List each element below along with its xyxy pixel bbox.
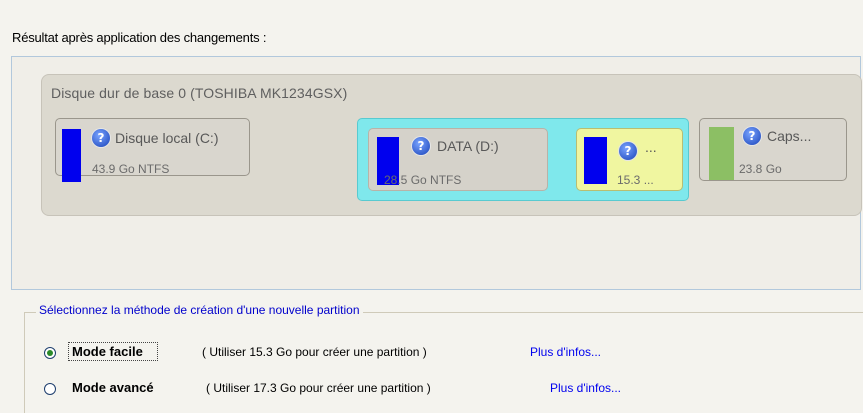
- option-easy[interactable]: Mode facile ( Utiliser 15.3 Go pour crée…: [40, 342, 660, 366]
- partition-c-size: 43.9 Go NTFS: [92, 162, 170, 176]
- more-info-link-easy[interactable]: Plus d'infos...: [530, 345, 601, 359]
- disk-title: Disque dur de base 0 (TOSHIBA MK1234GSX): [51, 85, 348, 101]
- more-info-link-advanced[interactable]: Plus d'infos...: [550, 381, 621, 395]
- help-question-icon: ?: [619, 142, 637, 160]
- method-legend: Sélectionnez la méthode de création d'un…: [36, 303, 363, 317]
- partition-new-usage-bar: [584, 137, 607, 184]
- mode-advanced-hint: ( Utiliser 17.3 Go pour créer une partit…: [206, 381, 431, 395]
- partition-caps[interactable]: ? Caps... 23.8 Go: [699, 118, 847, 181]
- help-question-icon: ?: [743, 127, 761, 145]
- partition-d-size: 28.5 Go NTFS: [384, 173, 462, 187]
- partition-new[interactable]: ? ... 15.3 ...: [576, 128, 683, 191]
- mode-easy-hint: ( Utiliser 15.3 Go pour créer une partit…: [202, 345, 427, 359]
- partition-caps-label: Caps...: [767, 128, 812, 144]
- partition-group-selected: ? DATA (D:) 28.5 Go NTFS ? ... 15.3 ...: [357, 118, 689, 201]
- option-advanced[interactable]: Mode avancé ( Utiliser 17.3 Go pour crée…: [40, 380, 680, 402]
- partition-c-usage-bar: [62, 129, 81, 182]
- radio-dot-icon: [47, 350, 53, 356]
- help-question-icon: ?: [92, 129, 110, 147]
- partition-c-label: Disque local (C:): [115, 130, 219, 146]
- partition-d[interactable]: ? DATA (D:) 28.5 Go NTFS: [368, 128, 548, 191]
- partition-caps-usage-bar: [709, 127, 734, 180]
- partition-new-size: 15.3 ...: [617, 173, 654, 187]
- result-panel: Disque dur de base 0 (TOSHIBA MK1234GSX)…: [11, 56, 862, 290]
- partition-caps-size: 23.8 Go: [739, 162, 782, 176]
- help-question-icon: ?: [412, 137, 430, 155]
- mode-advanced-label[interactable]: Mode avancé: [72, 380, 154, 395]
- mode-easy-label[interactable]: Mode facile: [72, 344, 143, 359]
- partition-d-label: DATA (D:): [437, 138, 499, 154]
- radio-advanced[interactable]: [44, 383, 56, 395]
- disk-0[interactable]: Disque dur de base 0 (TOSHIBA MK1234GSX)…: [41, 74, 862, 216]
- result-heading: Résultat après application des changemen…: [12, 30, 267, 45]
- partition-c[interactable]: ? Disque local (C:) 43.9 Go NTFS: [55, 118, 250, 182]
- partition-new-label: ...: [645, 139, 657, 155]
- radio-easy[interactable]: [44, 347, 56, 359]
